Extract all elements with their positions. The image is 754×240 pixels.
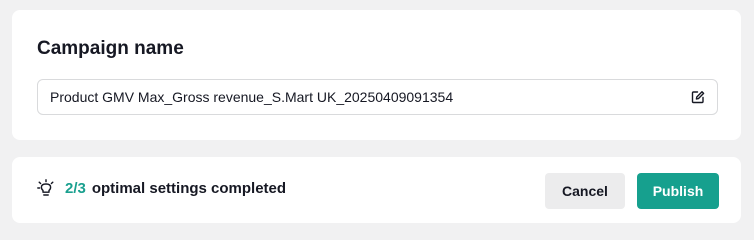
publish-button[interactable]: Publish xyxy=(637,173,719,209)
campaign-name-field[interactable]: Product GMV Max_Gross revenue_S.Mart UK_… xyxy=(37,79,718,115)
campaign-name-title: Campaign name xyxy=(37,38,184,59)
progress-label: optimal settings completed xyxy=(91,180,287,197)
edit-icon[interactable] xyxy=(691,90,705,104)
optimal-settings-progress: 2/3 optimal settings completed xyxy=(65,157,286,221)
lightbulb-icon xyxy=(37,179,54,196)
progress-count: 2/3 xyxy=(65,180,86,197)
publish-bar: 2/3 optimal settings completed Cancel Pub… xyxy=(12,157,741,223)
cancel-button[interactable]: Cancel xyxy=(545,173,625,209)
campaign-name-value: Product GMV Max_Gross revenue_S.Mart UK_… xyxy=(50,89,454,105)
campaign-name-card: Campaign name Product GMV Max_Gross reve… xyxy=(12,10,741,140)
